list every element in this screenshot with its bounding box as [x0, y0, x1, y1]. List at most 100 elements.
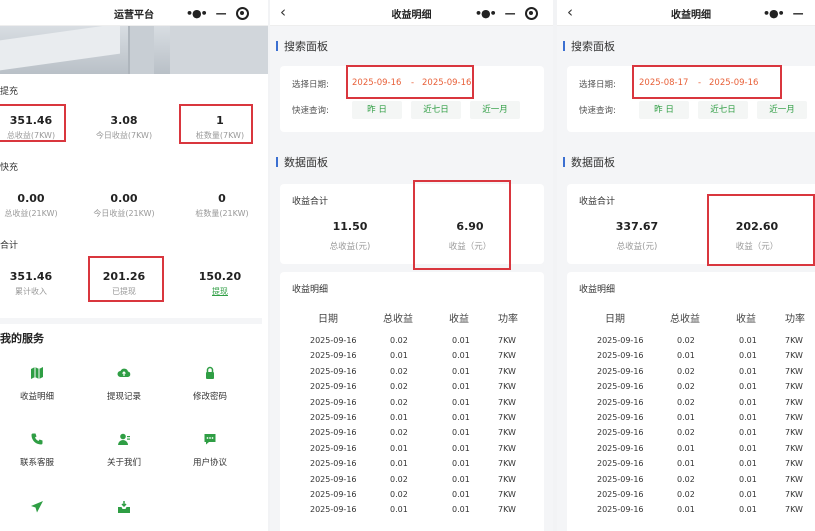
cell-income: 0.01	[452, 505, 470, 515]
table-row: 2025-09-16 0.01 0.01 7KW	[280, 505, 544, 520]
cell-power: 7KW	[785, 443, 803, 453]
total-income-value: 11.50	[332, 220, 368, 233]
detail-title: 收益明细	[579, 285, 616, 295]
table-row: 2025-09-16 0.01 0.01 7KW	[567, 459, 815, 474]
quick-query-label: 快速查询:	[292, 106, 329, 116]
service-inbox[interactable]	[89, 500, 159, 514]
quick-7days-button[interactable]: 近七日	[411, 101, 461, 119]
cell-date: 2025-09-16	[597, 382, 644, 392]
cell-income: 0.01	[739, 443, 757, 453]
cell-total: 0.01	[390, 351, 408, 361]
quick-7days-button[interactable]: 近七日	[698, 101, 748, 119]
cell-date: 2025-09-16	[310, 443, 357, 453]
cell-power: 7KW	[785, 505, 803, 515]
service-send[interactable]	[2, 500, 72, 514]
cell-total: 0.02	[677, 366, 695, 376]
col-power: 功率	[785, 314, 805, 325]
quick-yesterday-button[interactable]: 昨 日	[639, 101, 689, 119]
stat-today-income-7kw: 3.08 今日收益(7KW)	[95, 114, 153, 140]
quick-1month-button[interactable]: 近一月	[470, 101, 520, 119]
income-detail-screen-day: ‹ 收益明细 •●• — 搜索面板 选择日期: 2025-09-16 - 202…	[270, 0, 553, 531]
col-total: 总收益	[383, 314, 413, 325]
cell-power: 7KW	[498, 459, 516, 469]
cell-power: 7KW	[498, 413, 516, 422]
cell-date: 2025-09-16	[597, 505, 644, 515]
cell-power: 7KW	[498, 366, 516, 376]
user-info-icon	[118, 433, 130, 445]
table-row: 2025-09-16 0.02 0.01 7KW	[280, 398, 544, 413]
cell-date: 2025-09-16	[310, 474, 357, 484]
operation-platform-screen: 运营平台 •●• — 提充 351.46 总收益(7KW) 3.08 今日收益(…	[0, 0, 268, 531]
table-row: 2025-09-16 0.01 0.01 7KW	[567, 351, 815, 366]
table-row: 2025-09-16 0.01 0.01 7KW	[280, 459, 544, 474]
cell-total: 0.02	[390, 336, 408, 345]
cell-power: 7KW	[785, 413, 803, 422]
more-icon[interactable]: •●•	[763, 7, 785, 20]
cell-income: 0.01	[739, 474, 757, 484]
date-label: 选择日期:	[579, 80, 616, 90]
quick-yesterday-button[interactable]: 昨 日	[352, 101, 402, 119]
cell-total: 0.01	[677, 443, 695, 453]
cell-income: 0.01	[739, 397, 757, 407]
cell-income: 0.01	[739, 505, 757, 515]
service-withdraw-records[interactable]: 提现记录	[89, 366, 159, 402]
cell-power: 7KW	[785, 490, 803, 499]
close-target-icon[interactable]	[235, 6, 249, 20]
more-icon[interactable]: •●•	[475, 7, 497, 20]
data-panel-heading: 数据面板	[276, 154, 328, 170]
cell-date: 2025-09-16	[310, 413, 357, 422]
cell-total: 0.01	[677, 505, 695, 515]
cell-total: 0.01	[677, 459, 695, 469]
highlight-box	[0, 104, 66, 142]
more-icon[interactable]: •●•	[186, 7, 208, 20]
cell-income: 0.01	[452, 413, 470, 422]
total-income-value: 337.67	[615, 220, 659, 233]
cell-total: 0.02	[677, 428, 695, 438]
detail-table-body: 2025-09-16 0.02 0.01 7KW 2025-09-16 0.01 0.01 7…	[280, 336, 544, 531]
nav-bar: ‹ 收益明细 •●• —	[557, 0, 815, 26]
minimize-icon[interactable]: —	[793, 7, 804, 20]
mini-program-capsule: •●• —	[475, 3, 538, 23]
cell-power: 7KW	[785, 428, 803, 438]
cell-total: 0.02	[390, 366, 408, 376]
cell-date: 2025-09-16	[597, 428, 644, 438]
cell-power: 7KW	[785, 382, 803, 392]
quick-1month-button[interactable]: 近一月	[757, 101, 807, 119]
service-user-agreement[interactable]: 用户协议	[175, 432, 245, 468]
table-row: 2025-09-16 0.01 0.01 7KW	[567, 413, 815, 428]
inbox-download-icon	[118, 501, 130, 513]
cloud-upload-icon	[117, 368, 131, 377]
minimize-icon[interactable]: —	[505, 7, 516, 20]
lock-icon	[206, 366, 214, 379]
service-contact-support[interactable]: 联系客服	[2, 432, 72, 468]
stat-today-income-21kw: 0.00 今日收益(21KW)	[93, 192, 155, 218]
detail-table-body: 2025-09-16 0.02 0.01 7KW 2025-09-16 0.01 0.01 7…	[567, 336, 815, 531]
service-income-detail[interactable]: 收益明细	[2, 366, 72, 402]
service-change-password[interactable]: 修改密码	[175, 366, 245, 402]
detail-card: 收益明细 日期 总收益 收益 功率 2025-09-16 0.02 0.01 7KW 2…	[280, 272, 544, 531]
col-date: 日期	[318, 314, 338, 325]
cell-date: 2025-09-16	[597, 490, 644, 499]
table-row: 2025-09-16 0.02 0.01 7KW	[567, 428, 815, 443]
service-about-us[interactable]: 关于我们	[89, 432, 159, 468]
close-target-icon[interactable]	[524, 6, 538, 20]
withdraw-link[interactable]: 提现	[180, 286, 260, 297]
detail-title: 收益明细	[292, 285, 329, 295]
col-total: 总收益	[670, 314, 700, 325]
cell-date: 2025-09-16	[597, 459, 644, 469]
map-icon	[31, 367, 43, 379]
send-icon	[31, 501, 43, 513]
cell-income: 0.01	[739, 336, 757, 345]
minimize-icon[interactable]: —	[216, 7, 227, 20]
cell-income: 0.01	[739, 459, 757, 469]
cell-power: 7KW	[785, 459, 803, 469]
stat-withdraw-link[interactable]: 150.20 提现	[180, 270, 260, 297]
cell-income: 0.01	[739, 351, 757, 361]
cell-date: 2025-09-16	[597, 351, 644, 361]
cell-income: 0.01	[452, 351, 470, 361]
cell-power: 7KW	[785, 351, 803, 361]
cell-total: 0.02	[390, 382, 408, 392]
cell-date: 2025-09-16	[597, 397, 644, 407]
cell-date: 2025-09-16	[310, 428, 357, 438]
table-row: 2025-09-16 0.02 0.01 7KW	[280, 490, 544, 505]
